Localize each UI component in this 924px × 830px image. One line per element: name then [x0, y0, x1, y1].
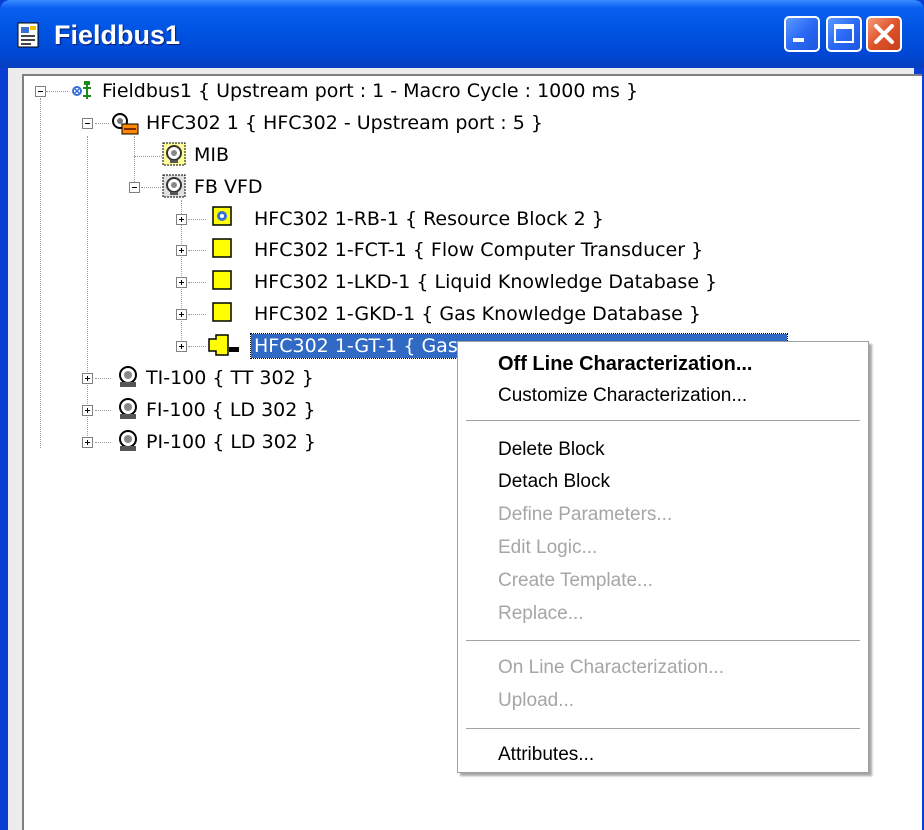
tree-node-mib[interactable]: MIB — [194, 143, 229, 167]
tree-node-pi-100[interactable]: PI-100 { LD 302 } — [146, 430, 316, 454]
ld302-device-icon — [119, 398, 137, 419]
tree-connector — [95, 442, 111, 443]
menu-separator — [466, 420, 860, 421]
transducer-block-icon — [212, 302, 232, 322]
expand-toggle[interactable] — [82, 437, 93, 448]
menu-item-upload: Upload... — [498, 690, 575, 711]
transducer-block-icon — [212, 238, 232, 258]
tree-connector — [134, 136, 135, 186]
ld302-device-icon — [119, 430, 137, 451]
expand-toggle[interactable] — [82, 405, 93, 416]
menu-item-on-line-characterization: On Line Characterization... — [498, 657, 725, 678]
tree-node-fct-block[interactable]: HFC302 1-FCT-1 { Flow Computer Transduce… — [254, 238, 703, 262]
tree-connector — [95, 378, 111, 379]
tree-node-fieldbus[interactable]: Fieldbus1 { Upstream port : 1 - Macro Cy… — [102, 79, 638, 103]
fieldbus-network-icon — [72, 81, 91, 99]
menu-item-attributes[interactable]: Attributes... — [498, 744, 594, 766]
tree-connector — [188, 250, 206, 251]
tree-connector — [188, 314, 206, 315]
tree-connector — [46, 91, 68, 92]
expand-toggle[interactable] — [176, 245, 187, 256]
expand-toggle[interactable] — [176, 309, 187, 320]
hfc-device-icon — [112, 113, 139, 135]
tree-connector — [95, 123, 109, 124]
menu-item-replace: Replace... — [498, 603, 584, 624]
tree-connector — [87, 136, 88, 446]
tree-node-hfc302-device[interactable]: HFC302 1 { HFC302 - Upstream port : 5 } — [146, 111, 543, 135]
expand-toggle[interactable] — [82, 373, 93, 384]
menu-separator — [466, 728, 860, 729]
tree-node-fb-vfd[interactable]: FB VFD — [194, 175, 263, 199]
menu-item-edit-logic: Edit Logic... — [498, 537, 598, 558]
menu-item-create-template: Create Template... — [498, 570, 653, 591]
expand-toggle[interactable] — [176, 277, 187, 288]
collapse-toggle[interactable] — [82, 118, 93, 129]
tree-node-ti-100[interactable]: TI-100 { TT 302 } — [146, 366, 314, 390]
tree-connector — [134, 156, 162, 157]
menu-item-define-parameters: Define Parameters... — [498, 504, 673, 525]
expand-toggle[interactable] — [176, 341, 187, 352]
menu-item-off-line-characterization[interactable]: Off Line Characterization... — [498, 353, 752, 376]
fieldbus-window: Fieldbus1 Fieldbus1 {Upstream port: 1 … — [0, 0, 924, 830]
fb-vfd-icon — [162, 174, 186, 198]
tree-connector — [95, 410, 111, 411]
tree-connector — [188, 219, 206, 220]
tree-node-lkd-block[interactable]: HFC302 1-LKD-1 { Liquid Knowledge Databa… — [254, 270, 717, 294]
tt302-device-icon — [119, 366, 137, 387]
expand-toggle[interactable] — [176, 214, 187, 225]
collapse-toggle[interactable] — [129, 182, 140, 193]
tree-node-fi-100[interactable]: FI-100 { LD 302 } — [146, 398, 315, 422]
collapse-toggle[interactable] — [35, 86, 46, 97]
tree-connector — [188, 346, 206, 347]
menu-separator — [466, 640, 860, 641]
resource-block-icon — [212, 206, 232, 226]
menu-item-delete-block[interactable]: Delete Block — [498, 439, 605, 461]
tree-connector — [40, 98, 41, 448]
menu-item-detach-block[interactable]: Detach Block — [498, 471, 610, 493]
function-block-icon — [208, 334, 239, 356]
tree-node-gkd-block[interactable]: HFC302 1-GKD-1 { Gas Knowledge Database … — [254, 302, 701, 326]
menu-item-customize-characterization[interactable]: Customize Characterization... — [498, 385, 747, 407]
tree-connector — [141, 187, 161, 188]
tree-connector — [188, 282, 206, 283]
transducer-block-icon — [212, 270, 232, 290]
context-menu: Off Line Characterization... Customize C… — [457, 341, 869, 773]
tree-node-resource-block[interactable]: HFC302 1-RB-1 { Resource Block 2 } — [254, 207, 604, 231]
mib-icon — [162, 142, 186, 166]
